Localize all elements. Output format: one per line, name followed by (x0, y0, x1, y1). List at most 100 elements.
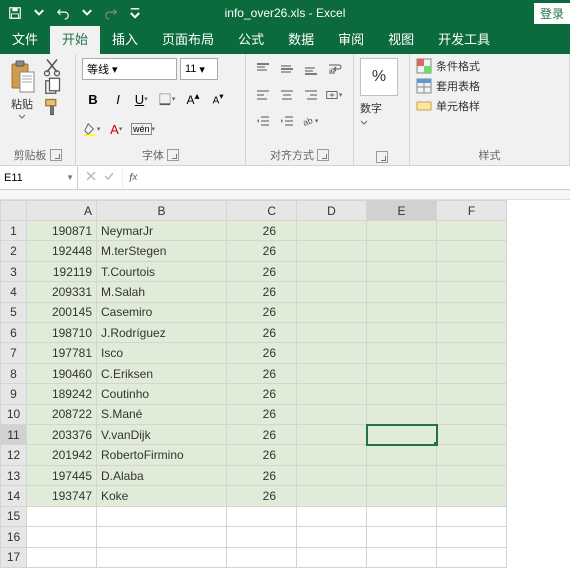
cell-A15[interactable] (27, 506, 97, 526)
cell-F7[interactable] (437, 343, 507, 363)
align-bottom-icon[interactable] (300, 58, 322, 80)
cell-E5[interactable] (367, 302, 437, 322)
save-icon[interactable] (4, 2, 26, 24)
col-header-D[interactable]: D (297, 201, 367, 221)
cell-B17[interactable] (97, 547, 227, 568)
increase-indent-icon[interactable] (276, 110, 298, 132)
name-box[interactable]: E11▼ (0, 166, 78, 189)
login-button[interactable]: 登录 (534, 3, 570, 24)
clipboard-launcher[interactable] (50, 149, 62, 161)
cell-F6[interactable] (437, 323, 507, 343)
cell-C10[interactable]: 26 (227, 404, 297, 424)
cell-F5[interactable] (437, 302, 507, 322)
cell-E2[interactable] (367, 241, 437, 261)
qat-customize-icon[interactable] (124, 2, 146, 24)
cell-B10[interactable]: S.Mané (97, 404, 227, 424)
format-as-table-button[interactable]: 套用表格 (416, 78, 480, 94)
align-top-icon[interactable] (252, 58, 274, 80)
tab-insert[interactable]: 插入 (100, 24, 150, 54)
cell-B3[interactable]: T.Courtois (97, 261, 227, 281)
cell-C7[interactable]: 26 (227, 343, 297, 363)
bold-button[interactable]: B (82, 88, 104, 110)
row-header-12[interactable]: 12 (1, 445, 27, 465)
col-header-E[interactable]: E (367, 201, 437, 221)
cell-A14[interactable]: 193747 (27, 486, 97, 506)
cell-F16[interactable] (437, 527, 507, 547)
enter-formula-icon[interactable] (102, 169, 116, 186)
cell-B13[interactable]: D.Alaba (97, 465, 227, 485)
cell-B7[interactable]: Isco (97, 343, 227, 363)
orientation-icon[interactable]: ab▾ (300, 110, 322, 132)
border-button[interactable]: ▾ (157, 88, 179, 110)
col-header-A[interactable]: A (27, 201, 97, 221)
row-header-17[interactable]: 17 (1, 547, 27, 568)
cell-E12[interactable] (367, 445, 437, 465)
cell-D1[interactable] (297, 221, 367, 241)
cell-E9[interactable] (367, 384, 437, 404)
cell-B9[interactable]: Coutinho (97, 384, 227, 404)
cell-A5[interactable]: 200145 (27, 302, 97, 322)
cell-D4[interactable] (297, 282, 367, 302)
row-header-11[interactable]: 11 (1, 425, 27, 445)
decrease-indent-icon[interactable] (252, 110, 274, 132)
fx-icon[interactable]: fx (123, 166, 143, 189)
cell-C14[interactable]: 26 (227, 486, 297, 506)
tab-view[interactable]: 视图 (376, 24, 426, 54)
row-header-15[interactable]: 15 (1, 506, 27, 526)
underline-button[interactable]: U▾ (132, 88, 154, 110)
cell-A3[interactable]: 192119 (27, 261, 97, 281)
number-launcher[interactable] (376, 151, 388, 163)
row-header-10[interactable]: 10 (1, 404, 27, 424)
col-header-F[interactable]: F (437, 201, 507, 221)
qat-dropdown-icon[interactable] (28, 2, 50, 24)
cell-A12[interactable]: 201942 (27, 445, 97, 465)
row-header-9[interactable]: 9 (1, 384, 27, 404)
cell-A13[interactable]: 197445 (27, 465, 97, 485)
cell-F2[interactable] (437, 241, 507, 261)
cell-E8[interactable] (367, 363, 437, 383)
cell-C6[interactable]: 26 (227, 323, 297, 343)
row-header-13[interactable]: 13 (1, 465, 27, 485)
cell-A7[interactable]: 197781 (27, 343, 97, 363)
cell-B15[interactable] (97, 506, 227, 526)
cell-E17[interactable] (367, 547, 437, 568)
cell-B16[interactable] (97, 527, 227, 547)
undo-icon[interactable] (52, 2, 74, 24)
cell-D15[interactable] (297, 506, 367, 526)
cell-F13[interactable] (437, 465, 507, 485)
row-header-3[interactable]: 3 (1, 261, 27, 281)
font-name-combo[interactable]: 等线▾ (82, 58, 177, 80)
italic-button[interactable]: I (107, 88, 129, 110)
cell-C13[interactable]: 26 (227, 465, 297, 485)
cell-E4[interactable] (367, 282, 437, 302)
cell-A17[interactable] (27, 547, 97, 568)
font-size-combo[interactable]: 11▾ (180, 58, 218, 80)
row-header-4[interactable]: 4 (1, 282, 27, 302)
undo-dropdown-icon[interactable] (76, 2, 98, 24)
cell-E6[interactable] (367, 323, 437, 343)
cell-F15[interactable] (437, 506, 507, 526)
cell-E11[interactable] (367, 425, 437, 445)
row-header-16[interactable]: 16 (1, 527, 27, 547)
cell-A9[interactable]: 189242 (27, 384, 97, 404)
row-header-5[interactable]: 5 (1, 302, 27, 322)
align-middle-icon[interactable] (276, 58, 298, 80)
tab-file[interactable]: 文件 (0, 24, 50, 54)
cell-B8[interactable]: C.Eriksen (97, 363, 227, 383)
cell-D11[interactable] (297, 425, 367, 445)
cell-B14[interactable]: Koke (97, 486, 227, 506)
cell-A1[interactable]: 190871 (27, 221, 97, 241)
tab-pagelayout[interactable]: 页面布局 (150, 24, 226, 54)
cell-F8[interactable] (437, 363, 507, 383)
col-header-B[interactable]: B (97, 201, 227, 221)
cell-F1[interactable] (437, 221, 507, 241)
cell-A6[interactable]: 198710 (27, 323, 97, 343)
cell-B5[interactable]: Casemiro (97, 302, 227, 322)
cell-E7[interactable] (367, 343, 437, 363)
cell-C16[interactable] (227, 527, 297, 547)
cell-F3[interactable] (437, 261, 507, 281)
align-center-icon[interactable] (276, 84, 298, 106)
wrap-text-icon[interactable]: ab (324, 58, 346, 80)
phonetic-button[interactable]: wén▾ (132, 118, 154, 140)
cell-B11[interactable]: V.vanDijk (97, 425, 227, 445)
